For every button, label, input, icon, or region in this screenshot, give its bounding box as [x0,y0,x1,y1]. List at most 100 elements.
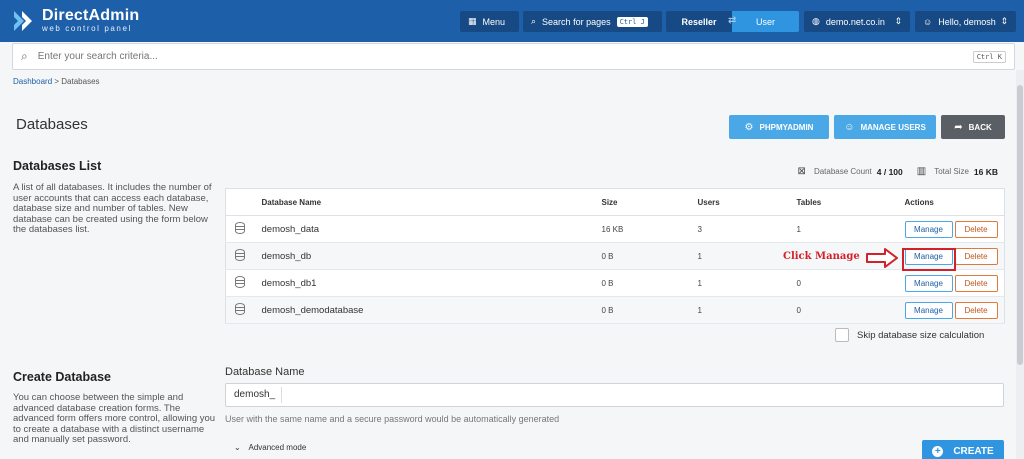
database-icon [235,221,245,234]
database-count-label: Database Count [813,167,872,176]
level-reseller[interactable]: Reseller [666,11,732,32]
user-icon: ☺ [923,16,933,27]
advanced-mode-label: Advanced mode [248,443,307,452]
domain-selector[interactable]: ◍ demo.net.co.in ⇕ [804,11,910,32]
logo-name: DirectAdmin [42,7,140,24]
domain-label: demo.net.co.in [825,16,885,27]
database-icon [235,275,245,288]
delete-button[interactable]: Delete [954,247,998,265]
database-size: 0 B [601,269,698,297]
database-name-hint: User with the same name and a secure pas… [225,414,560,424]
database-size: 0 B [601,242,698,270]
chevron-down-icon: ⌄ [234,443,241,452]
logo-subtitle: web control panel [42,24,132,33]
swap-arrows-icon: ⇄ [728,15,737,26]
column-tables[interactable]: Tables [796,188,905,216]
search-pages-label: Search for pages [542,16,611,27]
database-tables: 1 [796,215,905,243]
create-database-title: Create Database [13,370,111,384]
manage-button[interactable]: Manage [904,301,953,319]
chevron-updown-icon: ⇕ [1000,16,1008,26]
menu-button[interactable]: ▦ Menu [460,11,519,32]
skip-size-label: Skip database size calculation [857,329,985,341]
breadcrumb: Dashboard > Databases [13,77,100,86]
table-header-row: Database Name Size Users Tables Actions [225,188,1005,216]
database-size: 16 KB [601,215,698,243]
column-database-name[interactable]: Database Name [261,188,602,216]
annotation-arrow-icon [866,248,898,268]
phpmyadmin-label: PHPMYADMIN [759,122,814,132]
table-row: demosh_data 16 KB 3 1 Manage Delete [225,215,1005,243]
database-users: 1 [697,242,797,270]
global-search-bar: ⌕ Ctrl K [12,43,1015,70]
advanced-mode-toggle[interactable]: ⌄ Advanced mode [234,443,306,452]
back-button[interactable]: ➦ BACK [941,115,1005,139]
table-row: demosh_db1 0 B 1 0 Manage Delete [225,269,1005,297]
delete-button[interactable]: Delete [954,274,998,292]
create-button[interactable]: + CREATE [922,440,1004,459]
manage-users-button[interactable]: ☺ MANAGE USERS [834,115,936,139]
database-name[interactable]: demosh_demodatabase [261,296,602,324]
column-actions: Actions [904,188,1005,216]
back-label: BACK [968,122,992,132]
database-name-label: Database Name [225,366,305,378]
scrollbar-thumb[interactable] [1017,85,1023,365]
phpmyadmin-button[interactable]: ⚙ PHPMYADMIN [729,115,829,139]
bar-chart-icon: ▥ [916,166,927,177]
database-count-icon: ⊠ [797,166,806,177]
plus-icon: + [932,445,944,457]
total-size-label: Total Size [934,167,969,176]
search-icon: ⌕ [531,16,537,26]
skip-size-calculation[interactable]: Skip database size calculation [835,328,984,342]
gear-icon: ⚙ [744,121,754,133]
database-users: 1 [697,296,797,324]
page-title: Databases [16,116,88,133]
search-shortcut: Ctrl K [972,50,1006,63]
database-users: 3 [697,215,797,243]
grid-icon: ▦ [468,16,477,26]
user-menu[interactable]: ☺ Hello, demosh ⇕ [915,11,1016,32]
access-level-toggle[interactable]: Reseller ⇄ User [666,11,799,32]
manage-button[interactable]: Manage [904,274,953,292]
breadcrumb-dashboard[interactable]: Dashboard [13,77,52,86]
user-icon: ☺ [844,121,855,133]
skip-size-checkbox[interactable] [835,328,849,342]
share-arrow-icon: ➦ [954,121,963,133]
chevron-updown-icon: ⇕ [894,16,902,26]
database-name[interactable]: demosh_db1 [261,269,602,297]
level-user[interactable]: User [732,11,799,32]
delete-button[interactable]: Delete [954,301,998,319]
column-size[interactable]: Size [601,188,698,216]
database-name[interactable]: demosh_db [261,242,602,270]
click-manage-annotation: Click Manage [783,251,860,262]
global-search-input[interactable] [37,51,973,62]
manage-users-label: MANAGE USERS [860,122,926,132]
column-users[interactable]: Users [697,188,797,216]
globe-icon: ◍ [812,16,820,26]
breadcrumb-separator: > [54,77,60,86]
directadmin-logo[interactable]: DirectAdmin web control panel [12,8,139,33]
database-size: 0 B [601,296,698,324]
database-users: 1 [697,269,797,297]
database-tables: 0 [796,296,905,324]
database-name[interactable]: demosh_data [261,215,602,243]
create-database-description: You can choose between the simple and ad… [13,392,216,445]
database-icon [235,248,245,261]
database-name-prefix: demosh_ [226,387,283,403]
greeting-label: Hello, demosh [938,16,996,27]
manage-button[interactable]: Manage [904,220,953,238]
table-row: demosh_demodatabase 0 B 1 0 Manage Delete [225,296,1005,324]
search-pages-shortcut: Ctrl J [616,16,648,27]
databases-list-description: A list of all databases. It includes the… [13,182,212,235]
top-navigation-bar: DirectAdmin web control panel ▦ Menu ⌕ S… [0,0,1024,42]
create-label: CREATE [953,445,994,457]
database-tables: 0 [796,269,905,297]
database-icon [235,302,245,315]
total-size-value: 16 KB [973,166,998,177]
search-pages-button[interactable]: ⌕ Search for pages Ctrl J [523,11,662,32]
database-count-value: 4 / 100 [876,166,903,177]
database-stats: ⊠ Database Count 4 / 100 ▥ Total Size 16… [798,166,998,177]
highlight-box [901,247,956,271]
database-name-field[interactable]: demosh_ [225,383,1004,407]
delete-button[interactable]: Delete [954,220,998,238]
